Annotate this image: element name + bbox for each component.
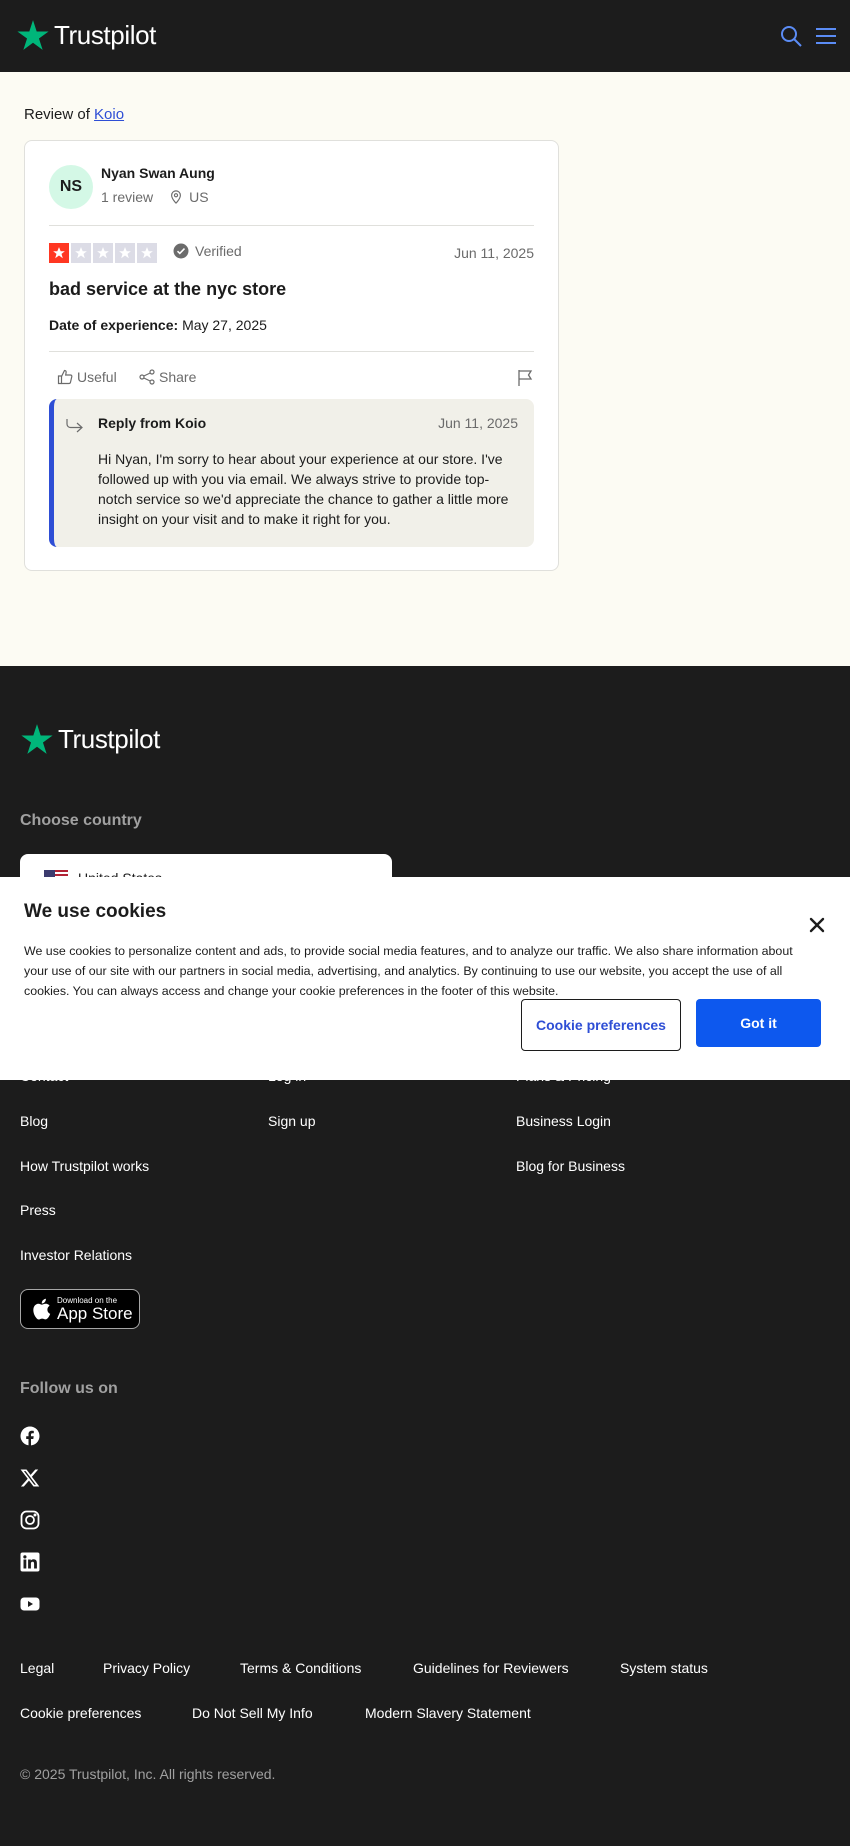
trustpilot-star-icon [21, 724, 53, 754]
footer-link-legal[interactable]: Legal [20, 1660, 54, 1676]
cookie-banner: We use cookies We use cookies to persona… [0, 877, 850, 1080]
footer-link-blog[interactable]: Blog [20, 1113, 48, 1129]
search-icon[interactable] [779, 24, 803, 48]
footer-logo-text: Trustpilot [58, 723, 160, 754]
star-icon [71, 243, 91, 263]
footer-trustpilot-logo[interactable]: Trustpilot [20, 722, 160, 756]
got-it-button[interactable]: Got it [696, 999, 821, 1047]
copyright: © 2025 Trustpilot, Inc. All rights reser… [20, 1766, 276, 1782]
app-store-big-text: App Store [57, 1303, 133, 1323]
star-rating [49, 243, 157, 263]
footer-link-business-login[interactable]: Business Login [516, 1113, 611, 1129]
author-name[interactable]: Nyan Swan Aung [101, 165, 215, 181]
cookie-preferences-button[interactable]: Cookie preferences [521, 999, 681, 1051]
site-header: Trustpilot [0, 0, 850, 72]
trustpilot-star-icon [17, 20, 49, 50]
follow-us-heading: Follow us on [20, 1380, 118, 1397]
footer-link-investor-relations[interactable]: Investor Relations [20, 1247, 132, 1263]
verified-label: Verified [195, 243, 242, 259]
footer-link-blog-for-business[interactable]: Blog for Business [516, 1158, 625, 1174]
footer-link-guidelines-for-reviewers[interactable]: Guidelines for Reviewers [413, 1660, 569, 1676]
hamburger-menu-icon[interactable] [815, 26, 837, 46]
star-icon [137, 243, 157, 263]
company-reply: Reply from Koio Jun 11, 2025 Hi Nyan, I'… [49, 399, 534, 547]
cookie-title: We use cookies [24, 901, 167, 922]
verified-badge[interactable]: Verified [173, 243, 242, 259]
app-store-badge[interactable]: Download on the App Store [20, 1289, 140, 1329]
instagram-icon[interactable] [20, 1510, 40, 1530]
author-meta: 1 review US [101, 189, 209, 205]
main-content: Review of Koio NS Nyan Swan Aung 1 revie… [0, 72, 850, 666]
star-icon [93, 243, 113, 263]
facebook-icon[interactable] [20, 1426, 40, 1446]
footer-link-sign-up[interactable]: Sign up [268, 1113, 315, 1129]
useful-label: Useful [77, 369, 117, 385]
footer-link-how-trustpilot-works[interactable]: How Trustpilot works [20, 1158, 149, 1174]
choose-country-heading: Choose country [20, 812, 142, 829]
close-icon[interactable] [809, 917, 825, 933]
useful-button[interactable]: Useful [57, 369, 117, 385]
company-link[interactable]: Koio [94, 106, 124, 123]
trustpilot-logo[interactable]: Trustpilot [16, 18, 156, 52]
footer-link-cookie-preferences[interactable]: Cookie preferences [20, 1705, 141, 1721]
date-of-experience: Date of experience: May 27, 2025 [49, 317, 267, 333]
star-icon [115, 243, 135, 263]
divider [49, 351, 534, 352]
location-pin-icon [171, 190, 182, 204]
review-count: 1 review [101, 189, 154, 205]
verified-check-icon [173, 243, 189, 259]
app-store-text: Download on the App Store [57, 1296, 133, 1323]
reply-arrow-icon [66, 419, 83, 433]
share-button[interactable]: Share [139, 369, 196, 385]
review-of-line: Review of Koio [24, 106, 124, 123]
footer-link-do-not-sell-my-info[interactable]: Do Not Sell My Info [192, 1705, 313, 1721]
logo-text: Trustpilot [54, 19, 156, 50]
apple-icon [33, 1298, 51, 1320]
x-icon[interactable] [20, 1468, 40, 1488]
flag-icon[interactable] [516, 369, 534, 387]
thumbs-up-icon [57, 369, 73, 385]
experience-date: May 27, 2025 [182, 317, 267, 333]
divider [49, 225, 534, 226]
share-label: Share [159, 369, 197, 385]
review-card: NS Nyan Swan Aung 1 review US Verified J… [24, 140, 559, 571]
youtube-icon[interactable] [20, 1594, 40, 1614]
share-icon [139, 369, 155, 385]
cookie-text: We use cookies to personalize content an… [24, 944, 793, 998]
experience-label: Date of experience: [49, 317, 179, 333]
review-title[interactable]: bad service at the nyc store [49, 279, 286, 300]
footer-link-privacy-policy[interactable]: Privacy Policy [103, 1660, 190, 1676]
author-country: US [189, 189, 209, 205]
linkedin-icon[interactable] [20, 1552, 40, 1572]
reply-from: Reply from Koio [98, 415, 207, 431]
footer-link-terms-conditions[interactable]: Terms & Conditions [240, 1660, 361, 1676]
site-footer: Trustpilot Choose country United States … [0, 666, 850, 1846]
review-of-prefix: Review of [24, 106, 90, 123]
footer-link-modern-slavery-statement[interactable]: Modern Slavery Statement [365, 1705, 531, 1721]
reply-date: Jun 11, 2025 [438, 415, 518, 431]
footer-link-system-status[interactable]: System status [620, 1660, 708, 1676]
avatar[interactable]: NS [49, 165, 93, 209]
reply-text: Hi Nyan, I'm sorry to hear about your ex… [98, 451, 509, 527]
review-date: Jun 11, 2025 [454, 245, 534, 261]
footer-link-press[interactable]: Press [20, 1202, 56, 1218]
star-icon [49, 243, 69, 263]
